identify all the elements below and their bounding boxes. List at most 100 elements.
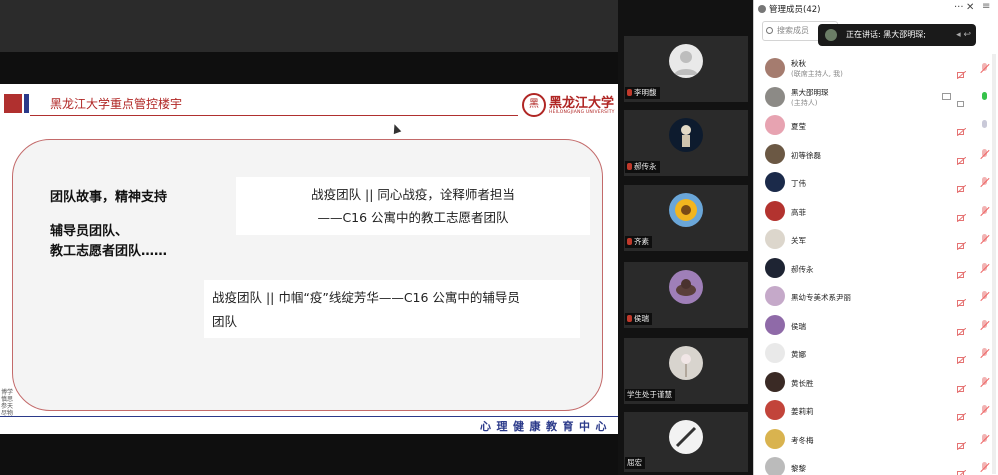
article-card-1: 战疫团队 || 同心战疫，诠释师者担当 ——C16 公寓中的教工志愿者团队: [236, 177, 590, 235]
member-row[interactable]: 关军: [754, 225, 998, 254]
member-role: (主持人): [791, 98, 818, 107]
mic-muted-icon[interactable]: [979, 262, 990, 274]
muted-mic-icon: [627, 315, 632, 322]
mic-muted-icon[interactable]: [979, 319, 990, 331]
member-name: 关军: [791, 236, 806, 245]
video-tile[interactable]: 屈宏: [624, 412, 748, 472]
speaking-text: 正在讲话: 黑大邵明琛;: [846, 30, 926, 39]
member-row[interactable]: 秋秋 (联席主持人, 我): [754, 54, 998, 83]
member-row[interactable]: 姜莉莉: [754, 396, 998, 425]
video-tile[interactable]: 郝传永: [624, 110, 748, 176]
purple-dog-photo: [669, 270, 703, 304]
slide-header-title: 黑龙江大学重点管控楼宇: [50, 97, 183, 111]
collapse-arrow-icon[interactable]: ◂ ↩: [945, 29, 971, 41]
members-scrollbar[interactable]: [992, 54, 996, 474]
avatar: [765, 229, 785, 249]
avatar: [765, 58, 785, 78]
member-row[interactable]: 郝传永: [754, 254, 998, 283]
more-options-button[interactable]: ···: [954, 2, 964, 13]
header-divider: [30, 115, 518, 116]
member-row[interactable]: 黑幼专美术系尹丽: [754, 282, 998, 311]
mic-icon[interactable]: [979, 120, 990, 131]
member-name: 丁伟: [791, 179, 806, 188]
camera-off-icon[interactable]: [956, 378, 967, 393]
mic-muted-icon[interactable]: [979, 63, 990, 74]
camera-icon[interactable]: [957, 93, 966, 107]
mic-muted-icon[interactable]: [979, 177, 990, 188]
panel-menu-button[interactable]: ≡: [982, 1, 990, 12]
member-row[interactable]: 夏莹: [754, 111, 998, 140]
member-row[interactable]: 黎黎: [754, 453, 998, 475]
camera-off-icon[interactable]: [956, 406, 967, 422]
member-name: 高菲: [791, 207, 806, 217]
panel-title: 管理成员(42): [758, 3, 820, 15]
mic-muted-icon[interactable]: [979, 348, 990, 359]
mic-muted-icon[interactable]: [979, 234, 990, 245]
avatar: [765, 371, 785, 392]
member-row[interactable]: 初等徐磊: [754, 140, 998, 169]
sunflower-photo: [669, 193, 703, 227]
member-row[interactable]: 侯瑞: [754, 311, 998, 340]
flower-photo: [669, 346, 703, 380]
member-row[interactable]: 高菲: [754, 197, 998, 226]
member-row[interactable]: 黑大邵明琛 (主持人): [754, 83, 998, 112]
footer-text: 心理健康教育中心: [480, 420, 612, 433]
avatar: [765, 257, 785, 278]
mic-muted-icon[interactable]: [979, 433, 990, 445]
camera-off-icon: [669, 420, 703, 454]
header-blue-block: [24, 94, 29, 113]
camera-off-icon[interactable]: [956, 150, 967, 165]
member-row[interactable]: 考冬梅: [754, 425, 998, 454]
video-tile-name: 李明馥: [625, 87, 660, 99]
shared-screen: 黑龙江大学重点管控楼宇 黑 黑龙江大学 HEILONGJIANG UNIVERS…: [0, 0, 618, 475]
video-tile[interactable]: 侯瑞: [624, 262, 748, 328]
members-icon: [758, 5, 766, 13]
mic-muted-icon[interactable]: [979, 291, 990, 302]
member-name: 考冬梅: [791, 435, 814, 445]
logo-subtitle: HEILONGJIANG UNIVERSITY: [549, 110, 615, 115]
video-tile-name: 学生处于谨慧: [625, 389, 675, 401]
logo-name: 黑龙江大学: [549, 96, 615, 111]
camera-off-icon[interactable]: [957, 463, 967, 475]
avatar: [765, 286, 785, 306]
mic-muted-icon[interactable]: [979, 462, 990, 473]
camera-off-icon[interactable]: [956, 292, 967, 308]
muted-mic-icon: [627, 163, 632, 170]
mic-muted-icon[interactable]: [979, 376, 990, 388]
close-panel-button[interactable]: ✕: [966, 2, 974, 13]
camera-off-icon[interactable]: [956, 207, 967, 222]
dark-figure-photo: [669, 118, 703, 152]
camera-off-icon[interactable]: [956, 435, 967, 450]
member-name: 侯瑞: [791, 321, 806, 331]
member-row[interactable]: 黄娜: [754, 339, 998, 368]
screen-share-icon: [942, 92, 951, 100]
muted-mic-icon: [627, 238, 632, 245]
camera-off-icon[interactable]: [956, 64, 967, 80]
card1-title: 战疫团队 || 同心战疫，诠释师者担当: [311, 187, 515, 202]
member-name: 黄娜: [791, 350, 806, 359]
video-tile[interactable]: 齐素: [624, 185, 748, 251]
video-tile[interactable]: 李明馥: [624, 36, 748, 102]
camera-off-icon[interactable]: [956, 121, 967, 137]
mic-active-icon[interactable]: [979, 91, 990, 103]
member-name: 黑幼专美术系尹丽: [791, 293, 851, 302]
university-seal-icon: 黑: [522, 93, 546, 117]
video-tile[interactable]: 学生处于谨慧: [624, 338, 748, 404]
left-line-3: 教工志愿者团队……: [50, 244, 168, 259]
member-name: 黎黎: [791, 464, 806, 473]
member-row[interactable]: 丁伟: [754, 168, 998, 197]
camera-off-icon[interactable]: [956, 264, 967, 279]
mic-muted-icon[interactable]: [979, 405, 990, 416]
avatar: [765, 200, 785, 221]
member-row[interactable]: 黄长胜: [754, 368, 998, 397]
slide-left-text: 团队故事，精神支持 辅导员团队、 教工志愿者团队……: [50, 188, 167, 262]
camera-off-icon[interactable]: [956, 321, 967, 336]
mic-muted-icon[interactable]: [979, 205, 990, 217]
left-line-2: 辅导员团队、: [50, 224, 129, 239]
camera-off-icon[interactable]: [956, 178, 967, 194]
camera-off-icon[interactable]: [956, 235, 967, 251]
video-tile-name: 郝传永: [625, 161, 660, 173]
camera-off-icon[interactable]: [956, 349, 967, 365]
member-name: 郝传永: [791, 264, 814, 274]
mic-muted-icon[interactable]: [979, 148, 990, 160]
